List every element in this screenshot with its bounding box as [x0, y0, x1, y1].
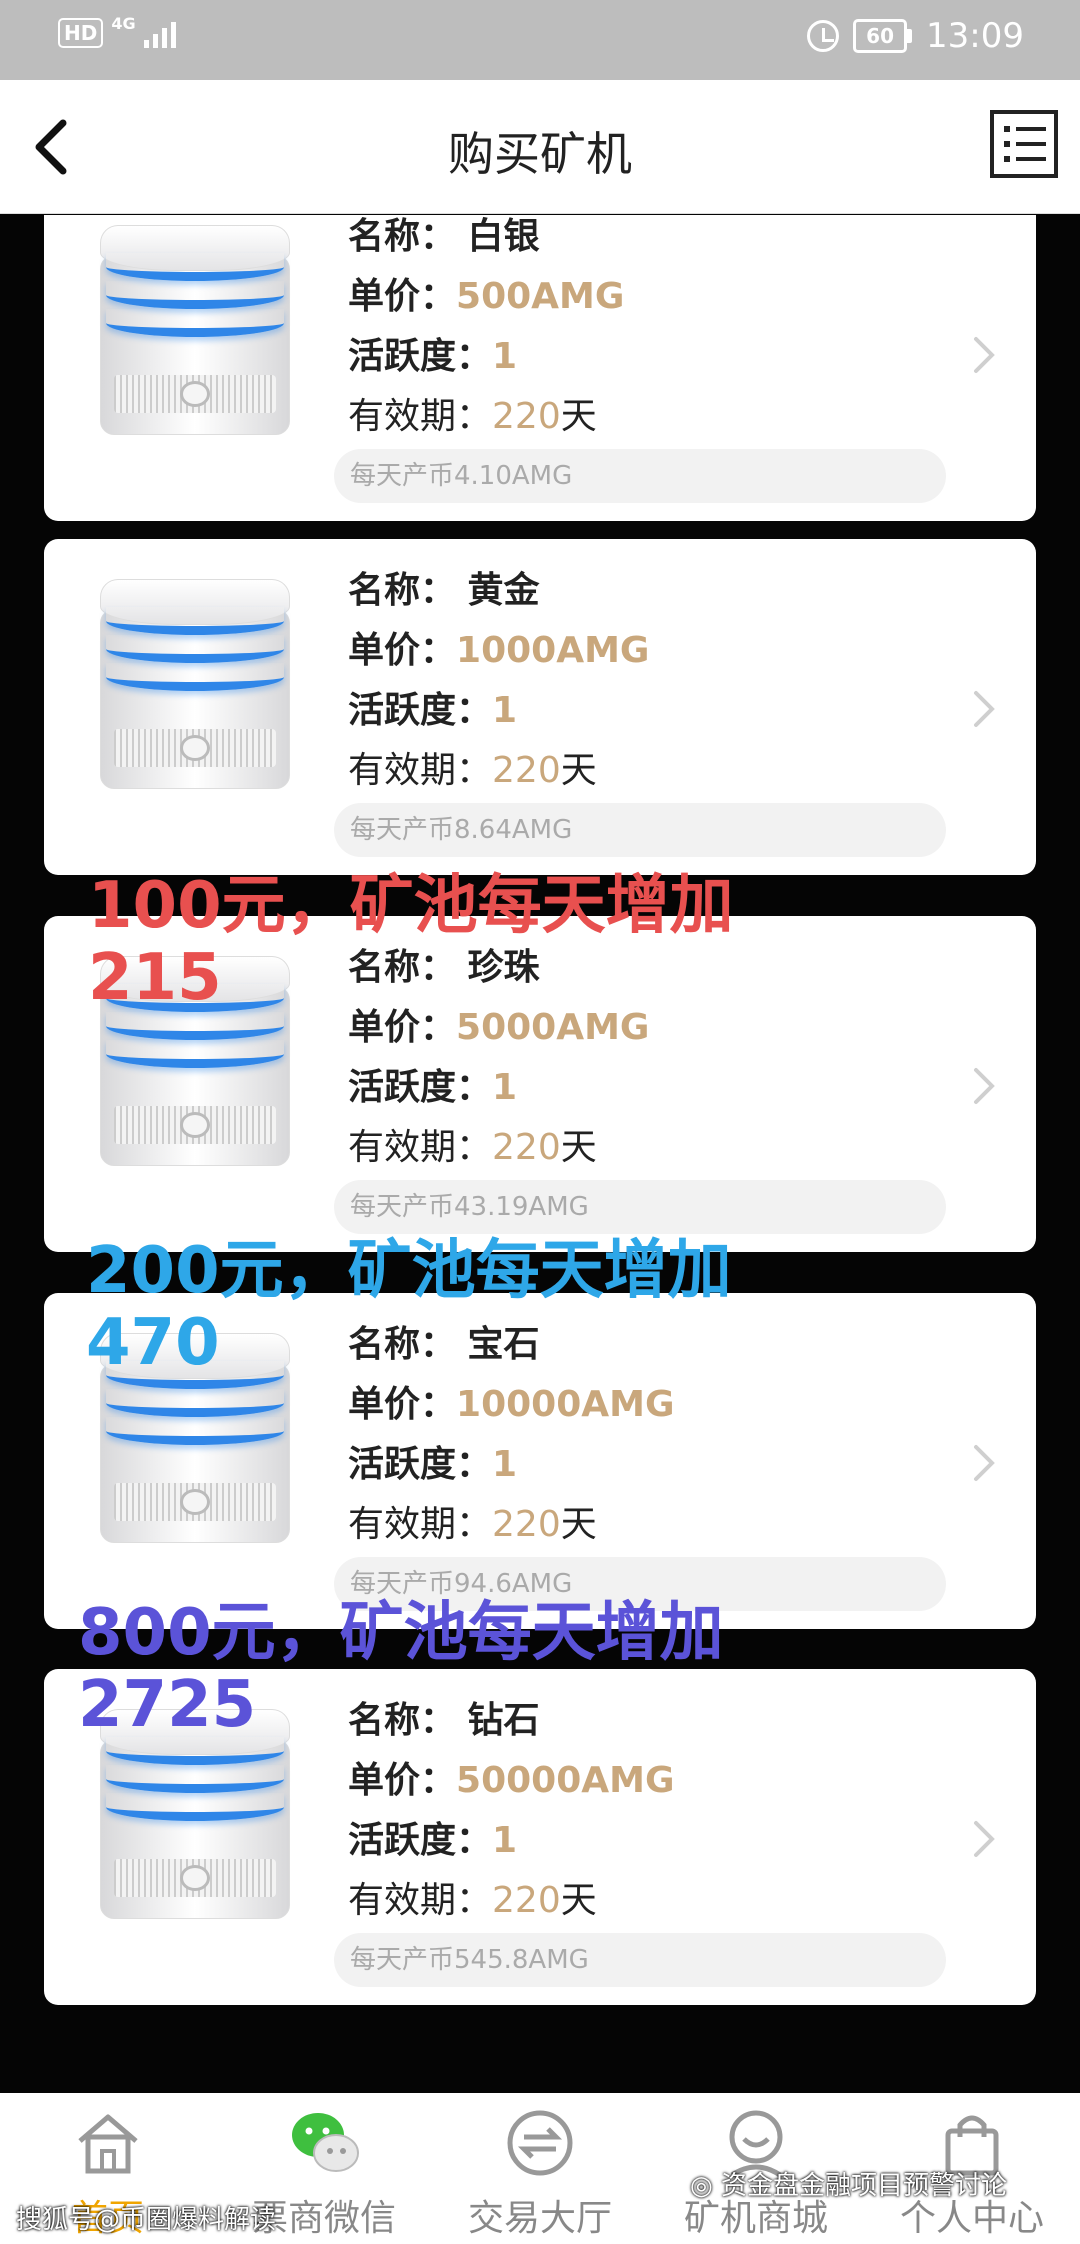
signal-icon	[143, 18, 176, 48]
miner-name-row: 名称： 黄金	[348, 570, 540, 611]
miner-validity-row: 有效期：220天	[348, 750, 597, 791]
annotation-note: 100元，矿池每天增加 215	[88, 869, 734, 1015]
miner-card[interactable]: 名称： 白银 单价：500AMG 活跃度：1 有效期：220天 每天产币4.10…	[44, 215, 1036, 521]
miner-card[interactable]: 名称： 黄金 单价：1000AMG 活跃度：1 有效期：220天 每天产币8.6…	[44, 539, 1036, 875]
exchange-icon	[507, 2110, 573, 2176]
miner-validity-row: 有效期：220天	[348, 1127, 597, 1168]
hd-badge: HD	[58, 18, 104, 48]
daily-output: 每天产币545.8AMG	[334, 1933, 946, 1987]
miner-activity-row: 活跃度：1	[348, 1067, 518, 1108]
watermark-left: 搜狐号@币圈爆料解读	[16, 2205, 277, 2235]
miner-activity-row: 活跃度：1	[348, 690, 518, 731]
home-icon	[78, 2114, 138, 2174]
battery-icon: 60	[853, 19, 913, 53]
miner-price-row: 单价：1000AMG	[348, 630, 650, 671]
menu-list-icon[interactable]	[990, 110, 1058, 178]
miner-image	[100, 225, 290, 435]
miner-name-row: 名称： 白银	[348, 216, 540, 257]
watermark-right: ◎ 资金盘金融项目预警讨论	[690, 2171, 1007, 2201]
battery-level: 60	[853, 19, 908, 53]
chevron-right-icon	[974, 691, 995, 727]
miner-activity-row: 活跃度：1	[348, 336, 518, 377]
bottom-tab-bar: 首页 票商微信 交易大厅 矿机商城 个人中心 搜狐号@币圈爆料解读 ◎ 资金盘金…	[0, 2093, 1080, 2244]
app-header: 购买矿机	[0, 80, 1080, 214]
wechat-small-icon: ◎	[690, 2171, 721, 2201]
wechat-icon	[292, 2113, 359, 2172]
miner-validity-row: 有效期：220天	[348, 396, 597, 437]
miner-validity-row: 有效期：220天	[348, 1504, 597, 1545]
miner-list[interactable]: 名称： 白银 单价：500AMG 活跃度：1 有效期：220天 每天产币4.10…	[0, 215, 1080, 2093]
miner-price-row: 单价：500AMG	[348, 276, 625, 317]
chevron-right-icon	[974, 1068, 995, 1104]
clock: 13:09	[926, 16, 1024, 56]
miner-price-row: 单价：10000AMG	[348, 1384, 675, 1425]
tab-trading-hall[interactable]: 交易大厅	[432, 2093, 648, 2244]
alarm-icon	[807, 20, 840, 52]
miner-image	[100, 579, 290, 789]
annotation-note: 800元，矿池每天增加 2725	[78, 1596, 724, 1742]
annotation-note: 200元，矿池每天增加 470	[86, 1234, 732, 1380]
chevron-right-icon	[974, 337, 995, 373]
tab-label: 交易大厅	[467, 2198, 612, 2239]
miner-activity-row: 活跃度：1	[348, 1444, 518, 1485]
miner-activity-row: 活跃度：1	[348, 1820, 518, 1861]
page-title: 购买矿机	[448, 127, 632, 181]
chevron-right-icon	[974, 1445, 995, 1481]
miner-price-row: 单价：50000AMG	[348, 1760, 675, 1801]
chevron-right-icon	[974, 1821, 995, 1857]
daily-output: 每天产币8.64AMG	[334, 803, 946, 857]
miner-validity-row: 有效期：220天	[348, 1880, 597, 1921]
status-bar: HD 4G 60 13:09	[0, 0, 1080, 80]
daily-output: 每天产币4.10AMG	[334, 449, 946, 503]
network-type: 4G	[111, 13, 136, 33]
daily-output: 每天产币43.19AMG	[334, 1180, 946, 1234]
